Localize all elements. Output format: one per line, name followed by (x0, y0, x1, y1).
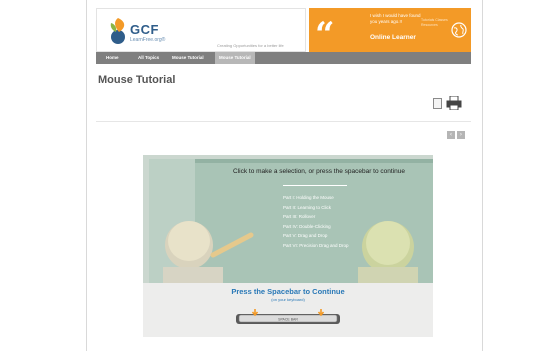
keyboard-hint: (on your keyboard) (271, 297, 305, 302)
nav-item-all-topics[interactable]: All Topics (134, 52, 163, 64)
banner-name: Online Learner (370, 34, 416, 41)
logo-name: GCF (130, 22, 159, 37)
gcf-leaf-icon (110, 18, 125, 44)
lesson-part-6[interactable]: Part VI: Precision Drag and Drop (283, 241, 349, 251)
quote-mark-icon: “ (315, 15, 335, 55)
nav-item-current[interactable]: Mouse Tutorial (215, 52, 255, 64)
lesson-part-3[interactable]: Part III: Rollover (283, 212, 349, 222)
page: GCF LearnFree.org® Creating Opportunitie… (0, 0, 541, 351)
document-icon[interactable] (433, 98, 442, 109)
testimonial-banner[interactable]: “ I wish I would have found you years ag… (309, 8, 471, 52)
right-border (482, 0, 483, 351)
spacebar-prompt: Press the Spacebar to Continue (on your … (143, 283, 433, 337)
banner-quote: I wish I would have found you years ago.… (370, 13, 421, 24)
logo-subtitle: LearnFree.org® (130, 37, 166, 43)
gcf-logo[interactable]: GCF LearnFree.org® Creating Opportunitie… (96, 8, 306, 52)
lesson-menu: Part I: Holding the Mouse Part II: Learn… (283, 193, 349, 250)
menu-divider (283, 185, 347, 186)
lesson-part-2[interactable]: Part II: Learning to Click (283, 203, 349, 213)
nav-item-mouse-tutorial[interactable]: Mouse Tutorial (168, 52, 208, 64)
press-spacebar-text: Press the Spacebar to Continue (231, 287, 345, 296)
left-border (86, 0, 87, 351)
nav-item-home[interactable]: Home (102, 52, 123, 64)
page-title: Mouse Tutorial (98, 74, 176, 86)
tagline: Creating Opportunities for a better life (217, 43, 284, 48)
nav-bar: Home All Topics Mouse Tutorial Mouse Tut… (96, 52, 471, 64)
prev-arrow-button[interactable]: ‹ (447, 131, 455, 139)
divider (96, 121, 471, 122)
tutorial-panel[interactable]: Click to make a selection, or press the … (143, 155, 433, 337)
print-icon[interactable] (446, 96, 462, 110)
lesson-part-5[interactable]: Part V: Drag and Drop (283, 231, 349, 241)
lesson-part-4[interactable]: Part IV: Double-Clicking (283, 222, 349, 232)
lesson-part-1[interactable]: Part I: Holding the Mouse (283, 193, 349, 203)
globe-icon (451, 22, 467, 38)
next-arrow-button[interactable]: › (457, 131, 465, 139)
tutorial-heading: Click to make a selection, or press the … (233, 168, 405, 175)
spacebar-key-label: SPACE BAR (278, 317, 298, 321)
banner-side-text: Tutorials Classes Resources (421, 18, 448, 27)
spacebar-icon[interactable]: SPACE BAR (235, 309, 341, 325)
